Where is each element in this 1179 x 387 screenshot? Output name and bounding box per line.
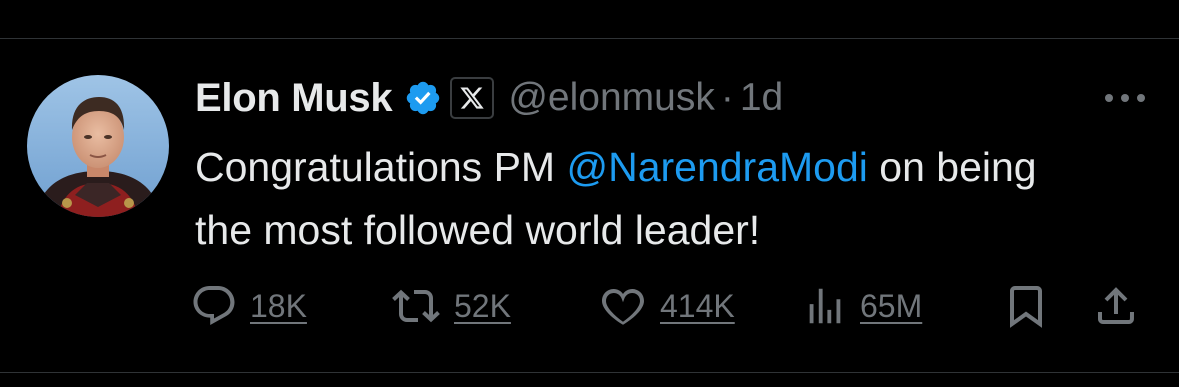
x-logo-icon[interactable] <box>450 77 495 119</box>
avatar-image <box>27 75 169 217</box>
like-button[interactable]: 414K <box>598 278 735 334</box>
reply-icon <box>190 282 238 330</box>
share-icon <box>1092 281 1140 331</box>
timestamp[interactable]: 1d <box>740 76 783 120</box>
repost-icon <box>390 282 442 330</box>
tweet-text: Congratulations PM @NarendraModi on bein… <box>195 136 1095 262</box>
tweet-header: Elon Musk @elonmusk · 1d <box>195 70 783 126</box>
views-chart-icon <box>802 282 848 330</box>
top-divider <box>0 38 1179 39</box>
repost-count[interactable]: 52K <box>454 288 511 325</box>
separator-dot: · <box>720 76 734 119</box>
tweet-text-start: Congratulations PM <box>195 144 567 190</box>
tweet-card: Elon Musk @elonmusk · 1d Congratulations… <box>0 0 1179 387</box>
verified-badge-icon[interactable] <box>404 79 442 117</box>
author-name[interactable]: Elon Musk <box>195 76 393 121</box>
heart-icon <box>598 282 648 330</box>
bookmark-icon <box>1002 281 1050 331</box>
bottom-divider <box>0 372 1179 373</box>
repost-button[interactable]: 52K <box>390 278 511 334</box>
reply-button[interactable]: 18K <box>190 278 307 334</box>
like-count[interactable]: 414K <box>660 288 735 325</box>
reply-count[interactable]: 18K <box>250 288 307 325</box>
action-bar: 18K 52K 414K 65M <box>190 278 1150 334</box>
share-button[interactable] <box>1092 278 1140 334</box>
mention-link[interactable]: @NarendraModi <box>566 144 867 190</box>
author-handle[interactable]: @elonmusk <box>508 76 715 120</box>
bookmark-button[interactable] <box>1002 278 1050 334</box>
more-options-icon[interactable] <box>1100 85 1150 111</box>
views-button[interactable]: 65M <box>802 278 922 334</box>
views-count[interactable]: 65M <box>860 288 922 325</box>
avatar[interactable] <box>27 75 169 217</box>
